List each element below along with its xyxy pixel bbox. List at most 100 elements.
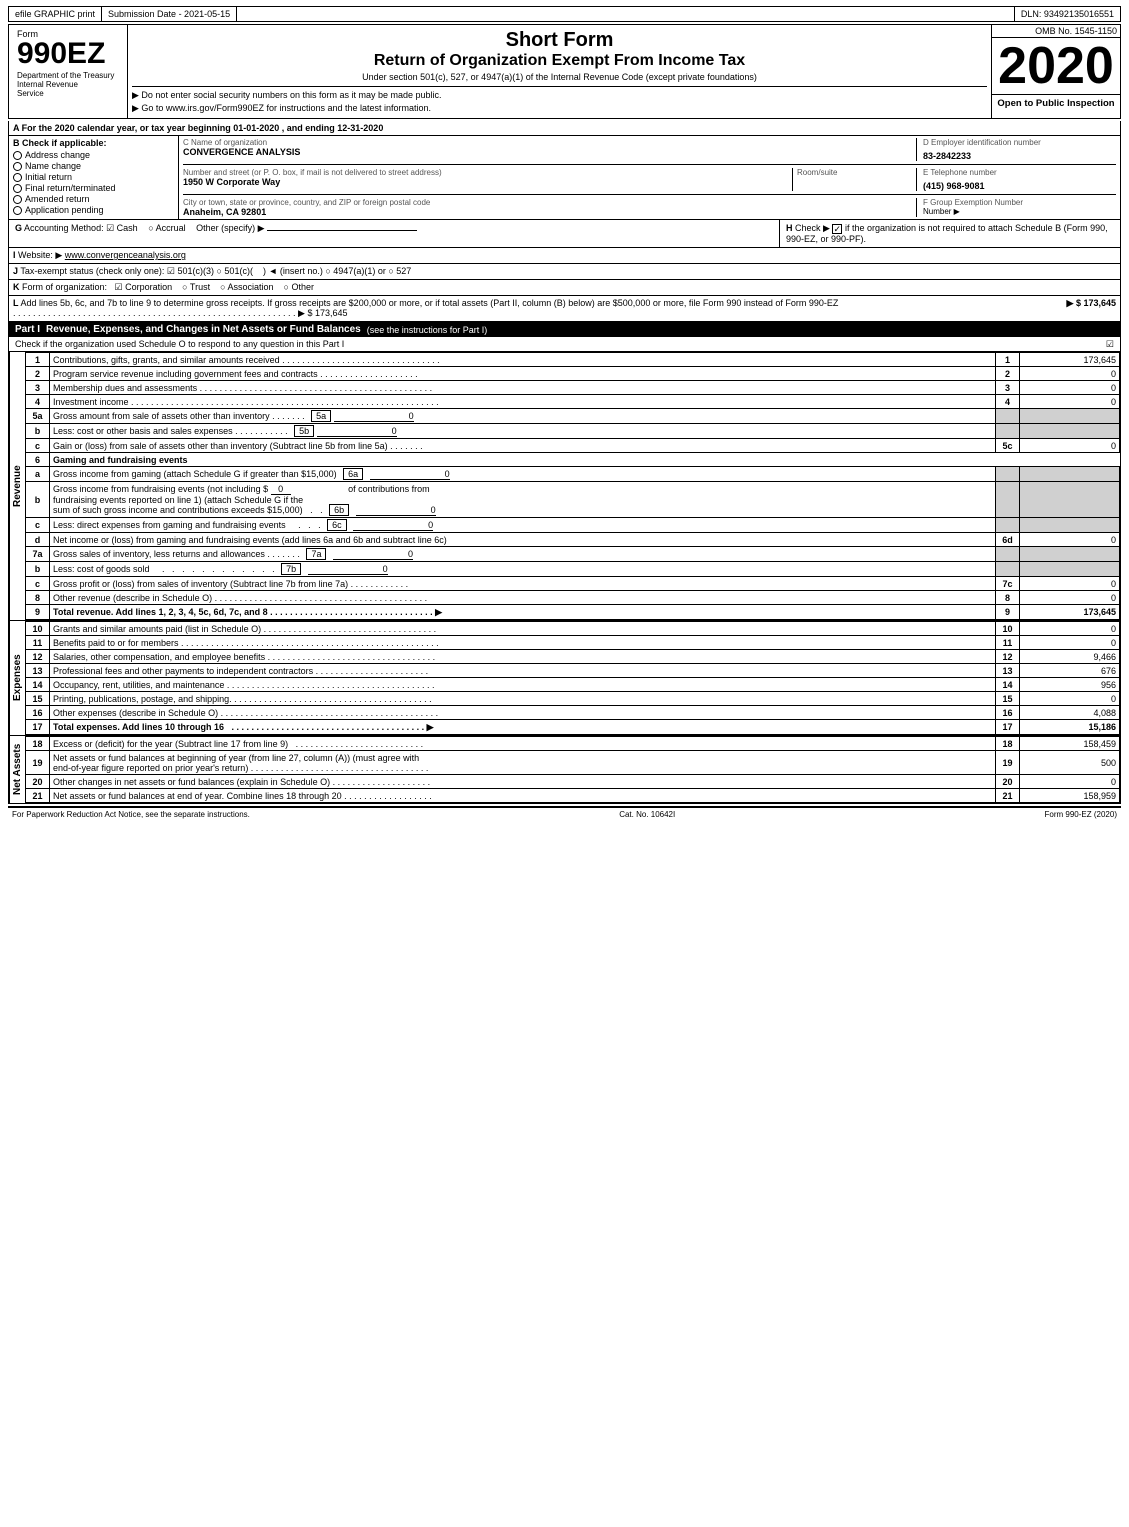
org-name: CONVERGENCE ANALYSIS [183,147,912,157]
line-18: 18 Excess or (deficit) for the year (Sub… [26,737,1120,751]
line-6a: a Gross income from gaming (attach Sched… [26,467,1120,482]
line-6c-num: c [26,518,50,533]
j-row: J Tax-exempt status (check only one): ☑ … [9,264,1120,280]
address-circle [13,151,22,160]
ref-6a: 6a [343,468,363,480]
line-15-val: 0 [1020,692,1120,706]
initial-circle [13,173,22,182]
checkbox-amended[interactable]: Amended return [13,194,174,204]
line-13-ref: 13 [996,664,1020,678]
line-5c-desc: Gain or (loss) from sale of assets other… [50,439,996,453]
line-11: 11 Benefits paid to or for members . . .… [26,636,1120,650]
ein: 83-2842233 [923,151,1116,161]
l-value: ▶ $ 173,645 [1067,298,1116,309]
line-17-num: 17 [26,720,50,735]
main-form: A For the 2020 calendar year, or tax yea… [8,121,1121,804]
line-6d: d Net income or (loss) from gaming and f… [26,533,1120,547]
ref-6b: 6b [329,504,349,516]
line-8-desc: Other revenue (describe in Schedule O) .… [50,591,996,605]
line-5b-num: b [26,424,50,439]
checkbox-address[interactable]: Address change [13,150,174,160]
line-6-num: 6 [26,453,50,467]
line-20-desc: Other changes in net assets or fund bala… [50,775,996,789]
checkbox-initial[interactable]: Initial return [13,172,174,182]
checkbox-pending[interactable]: Application pending [13,205,174,215]
val-7a-inline: 0 [333,549,413,560]
section-b-left: B Check if applicable: Address change Na… [9,136,179,219]
under-section: Under section 501(c), 527, or 4947(a)(1)… [132,72,987,82]
street: 1950 W Corporate Way [183,177,788,187]
line-7a-ref [996,547,1020,562]
line-6b-num: b [26,482,50,518]
line-16: 16 Other expenses (describe in Schedule … [26,706,1120,720]
ref-7a: 7a [306,548,326,560]
line-4-num: 4 [26,395,50,409]
line-4-val: 0 [1020,395,1120,409]
line-6d-val: 0 [1020,533,1120,547]
dln: DLN: 93492135016551 [1014,7,1120,21]
line-15-desc: Printing, publications, postage, and shi… [50,692,996,706]
ref-5b: 5b [294,425,314,437]
line-11-ref: 11 [996,636,1020,650]
revenue-label: Revenue [9,352,25,620]
submission-date: Submission Date - 2021-05-15 [102,7,237,21]
line-10: 10 Grants and similar amounts paid (list… [26,622,1120,636]
line-13-val: 676 [1020,664,1120,678]
line-21-desc: Net assets or fund balances at end of ye… [50,789,996,803]
line-7c: c Gross profit or (loss) from sales of i… [26,577,1120,591]
line-19-val: 500 [1020,751,1120,775]
line-18-ref: 18 [996,737,1020,751]
line-1-num: 1 [26,353,50,367]
ref-5a: 5a [311,410,331,422]
no-ssn: ▶ Do not enter social security numbers o… [132,90,987,101]
checkbox-name[interactable]: Name change [13,161,174,171]
line-7c-desc: Gross profit or (loss) from sales of inv… [50,577,996,591]
line-7a-val [1020,547,1120,562]
i-row: I Website: ▶ www.convergenceanalysis.org [9,248,1120,264]
line-8-num: 8 [26,591,50,605]
line-15-ref: 15 [996,692,1020,706]
line-15-num: 15 [26,692,50,706]
line-21-ref: 21 [996,789,1020,803]
line-19-num: 19 [26,751,50,775]
line-4-desc: Investment income . . . . . . . . . . . … [50,395,996,409]
line-2-ref: 2 [996,367,1020,381]
revenue-section: Revenue 1 Contributions, gifts, grants, … [9,352,1120,620]
section-b: B Check if applicable: Address change Na… [9,136,1120,220]
line-20: 20 Other changes in net assets or fund b… [26,775,1120,789]
line-13-num: 13 [26,664,50,678]
line-5a-ref [996,409,1020,424]
part1-header: Part I Revenue, Expenses, and Changes in… [9,322,1120,337]
f-box: F Group Exemption Number Number ▶ [916,198,1116,217]
val-5b-inline: 0 [317,426,397,437]
line-15: 15 Printing, publications, postage, and … [26,692,1120,706]
line-14: 14 Occupancy, rent, utilities, and maint… [26,678,1120,692]
e-label: E Telephone number [923,168,1116,177]
line-17-val: 15,186 [1020,720,1120,735]
line-6b-desc: Gross income from fundraising events (no… [50,482,996,518]
line-13: 13 Professional fees and other payments … [26,664,1120,678]
part1-see: (see the instructions for Part I) [367,325,488,335]
part1-desc: Revenue, Expenses, and Changes in Net As… [46,324,361,335]
phone: (415) 968-9081 [923,181,1116,191]
line-17-desc: Total expenses. Add lines 10 through 16 … [50,720,996,735]
return-title: Return of Organization Exempt From Incom… [132,52,987,70]
line-19: 19 Net assets or fund balances at beginn… [26,751,1120,775]
city-label: City or town, state or province, country… [183,198,912,207]
line-12-ref: 12 [996,650,1020,664]
line-7c-num: c [26,577,50,591]
line-8-val: 0 [1020,591,1120,605]
line-21: 21 Net assets or fund balances at end of… [26,789,1120,803]
line-16-ref: 16 [996,706,1020,720]
val-6c-inline: 0 [353,520,433,531]
checkbox-final[interactable]: Final return/terminated [13,183,174,193]
line-6-desc: Gaming and fundraising events [50,453,1120,467]
line-3: 3 Membership dues and assessments . . . … [26,381,1120,395]
line-6b: b Gross income from fundraising events (… [26,482,1120,518]
footer: For Paperwork Reduction Act Notice, see … [8,806,1121,821]
line-6d-num: d [26,533,50,547]
pending-circle [13,206,22,215]
line-14-desc: Occupancy, rent, utilities, and maintena… [50,678,996,692]
line-1-ref: 1 [996,353,1020,367]
line-12-num: 12 [26,650,50,664]
